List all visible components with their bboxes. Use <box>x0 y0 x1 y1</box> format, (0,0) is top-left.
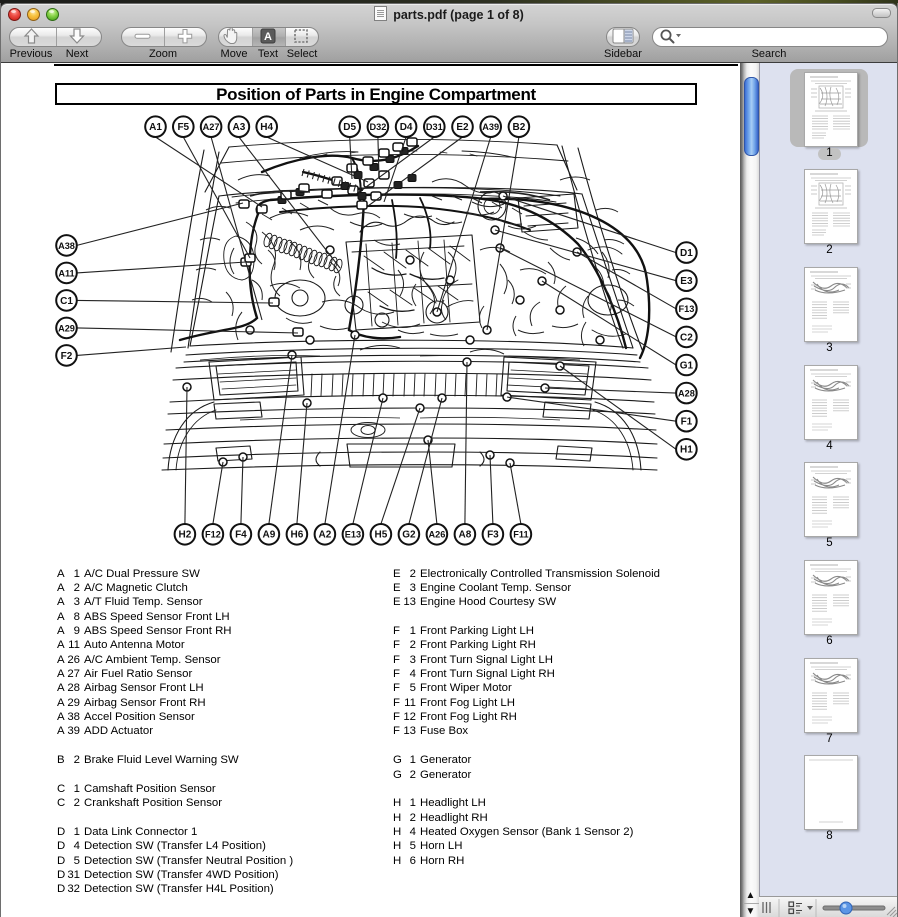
svg-text:A9: A9 <box>263 530 276 541</box>
svg-text:H6: H6 <box>291 530 304 541</box>
svg-text:E2: E2 <box>456 122 469 133</box>
svg-text:A27: A27 <box>203 122 220 132</box>
svg-text:G2: G2 <box>402 530 416 541</box>
svg-text:D4: D4 <box>400 122 413 133</box>
svg-text:C2: C2 <box>680 332 693 343</box>
svg-text:A26: A26 <box>428 530 445 540</box>
svg-text:F5: F5 <box>177 122 189 133</box>
svg-text:E13: E13 <box>345 530 361 540</box>
svg-text:F12: F12 <box>205 530 221 540</box>
svg-text:F11: F11 <box>513 530 528 540</box>
svg-text:F3: F3 <box>487 530 499 541</box>
svg-text:A39: A39 <box>482 122 499 132</box>
svg-text:H5: H5 <box>375 530 388 541</box>
svg-text:F2: F2 <box>61 351 73 362</box>
svg-text:A8: A8 <box>459 530 472 541</box>
svg-text:H2: H2 <box>179 530 192 541</box>
svg-text:H1: H1 <box>680 445 693 456</box>
svg-text:B2: B2 <box>513 122 526 133</box>
svg-text:A2: A2 <box>319 530 332 541</box>
svg-text:D31: D31 <box>426 122 443 132</box>
svg-text:G1: G1 <box>680 360 694 371</box>
svg-text:H4: H4 <box>260 122 273 133</box>
svg-text:E3: E3 <box>680 276 693 287</box>
svg-text:A28: A28 <box>678 389 695 399</box>
svg-text:A29: A29 <box>58 323 75 333</box>
svg-text:A38: A38 <box>58 241 75 251</box>
svg-text:F13: F13 <box>678 304 694 314</box>
svg-text:A: A <box>264 31 272 43</box>
svg-text:C1: C1 <box>60 296 73 307</box>
svg-text:A1: A1 <box>149 122 162 133</box>
svg-text:D5: D5 <box>343 122 356 133</box>
svg-text:F1: F1 <box>681 417 693 428</box>
svg-text:A3: A3 <box>233 122 246 133</box>
svg-text:A11: A11 <box>58 268 74 278</box>
svg-text:F4: F4 <box>235 530 247 541</box>
svg-text:D1: D1 <box>680 248 693 259</box>
svg-text:D32: D32 <box>369 122 386 132</box>
